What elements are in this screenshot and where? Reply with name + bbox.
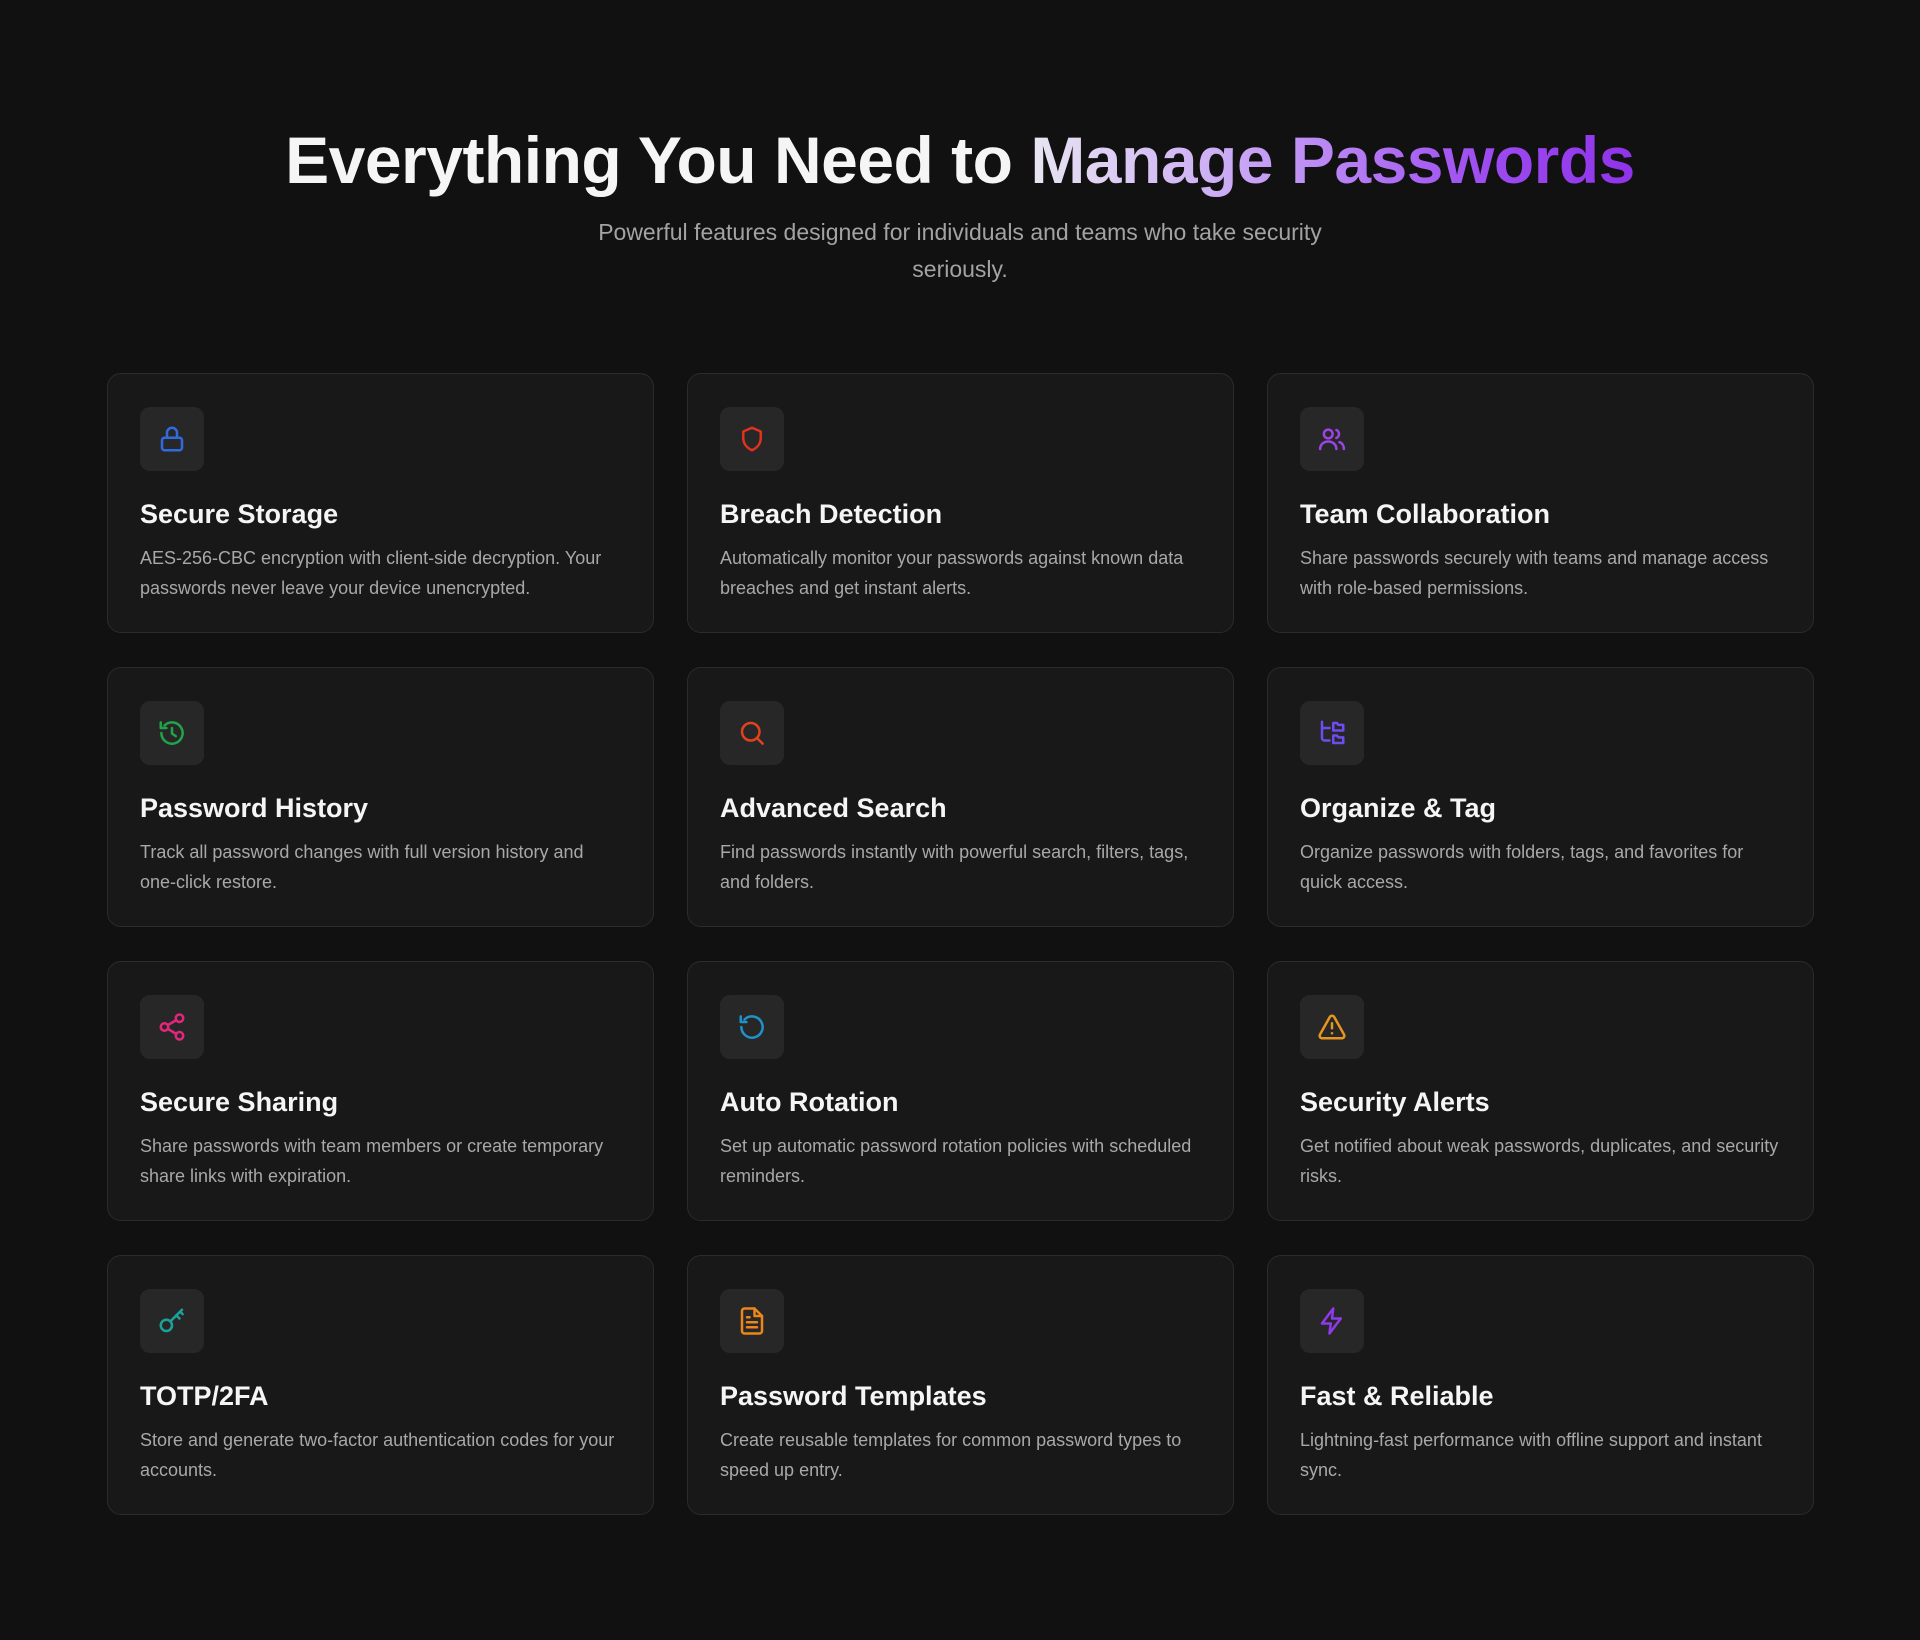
feature-card-secure-sharing: Secure Sharing Share passwords with team… [107,961,654,1221]
page-title-main: Everything You Need to [285,123,1013,197]
feature-title: Advanced Search [720,793,947,823]
features-section: Everything You Need to Manage Passwords … [0,0,1920,1640]
feature-title: Organize & Tag [1300,793,1497,823]
feature-description: Set up automatic password rotation polic… [720,1136,1192,1186]
feature-title: TOTP/2FA [140,1381,269,1411]
feature-title: Team Collaboration [1300,499,1551,529]
feature-card-totp-2fa: TOTP/2FA Store and generate two-factor a… [107,1255,654,1515]
feature-title: Breach Detection [720,499,943,529]
users-icon [1300,407,1364,471]
feature-description: Organize passwords with folders, tags, a… [1300,842,1744,892]
feature-card-password-templates: Password Templates Create reusable templ… [687,1255,1234,1515]
feature-description: Find passwords instantly with powerful s… [720,842,1189,892]
alert-triangle-icon [1300,995,1364,1059]
feature-card-advanced-search: Advanced Search Find passwords instantly… [687,667,1234,927]
feature-card-security-alerts: Security Alerts Get notified about weak … [1267,961,1814,1221]
feature-card-organize-tag: Organize & Tag Organize passwords with f… [1267,667,1814,927]
feature-card-secure-storage: Secure Storage AES-256-CBC encryption wi… [107,373,654,633]
feature-title: Secure Sharing [140,1087,339,1117]
feature-card-breach-detection: Breach Detection Automatically monitor y… [687,373,1234,633]
lock-icon [140,407,204,471]
key-icon [140,1289,204,1353]
file-text-icon [720,1289,784,1353]
section-header: Everything You Need to Manage Passwords … [0,120,1920,288]
feature-description: Automatically monitor your passwords aga… [720,548,1184,598]
history-icon [140,701,204,765]
feature-card-password-history: Password History Track all password chan… [107,667,654,927]
folder-tree-icon [1300,701,1364,765]
feature-description: Get notified about weak passwords, dupli… [1300,1136,1779,1186]
feature-description: AES-256-CBC encryption with client-side … [140,548,602,598]
rotate-icon [720,995,784,1059]
feature-title: Security Alerts [1300,1087,1490,1117]
feature-title: Password Templates [720,1381,987,1411]
feature-card-fast-reliable: Fast & Reliable Lightning-fast performan… [1267,1255,1814,1515]
share-icon [140,995,204,1059]
feature-description: Track all password changes with full ver… [140,842,584,892]
shield-icon [720,407,784,471]
feature-description: Store and generate two-factor authentica… [140,1430,615,1480]
zap-icon [1300,1289,1364,1353]
feature-title: Password History [140,793,369,823]
page-title: Everything You Need to Manage Passwords [0,120,1920,200]
feature-card-auto-rotation: Auto Rotation Set up automatic password … [687,961,1234,1221]
feature-title: Auto Rotation [720,1087,899,1117]
features-grid: Secure Storage AES-256-CBC encryption wi… [107,373,1814,1515]
page-title-accent: Manage Passwords [1030,123,1635,197]
search-icon [720,701,784,765]
feature-card-team-collaboration: Team Collaboration Share passwords secur… [1267,373,1814,633]
feature-title: Secure Storage [140,499,339,529]
feature-description: Share passwords securely with teams and … [1300,548,1769,598]
feature-description: Create reusable templates for common pas… [720,1430,1182,1480]
page-subtitle: Powerful features designed for individua… [598,219,1322,282]
feature-title: Fast & Reliable [1300,1381,1494,1411]
feature-description: Share passwords with team members or cre… [140,1136,604,1186]
feature-description: Lightning-fast performance with offline … [1300,1430,1762,1480]
